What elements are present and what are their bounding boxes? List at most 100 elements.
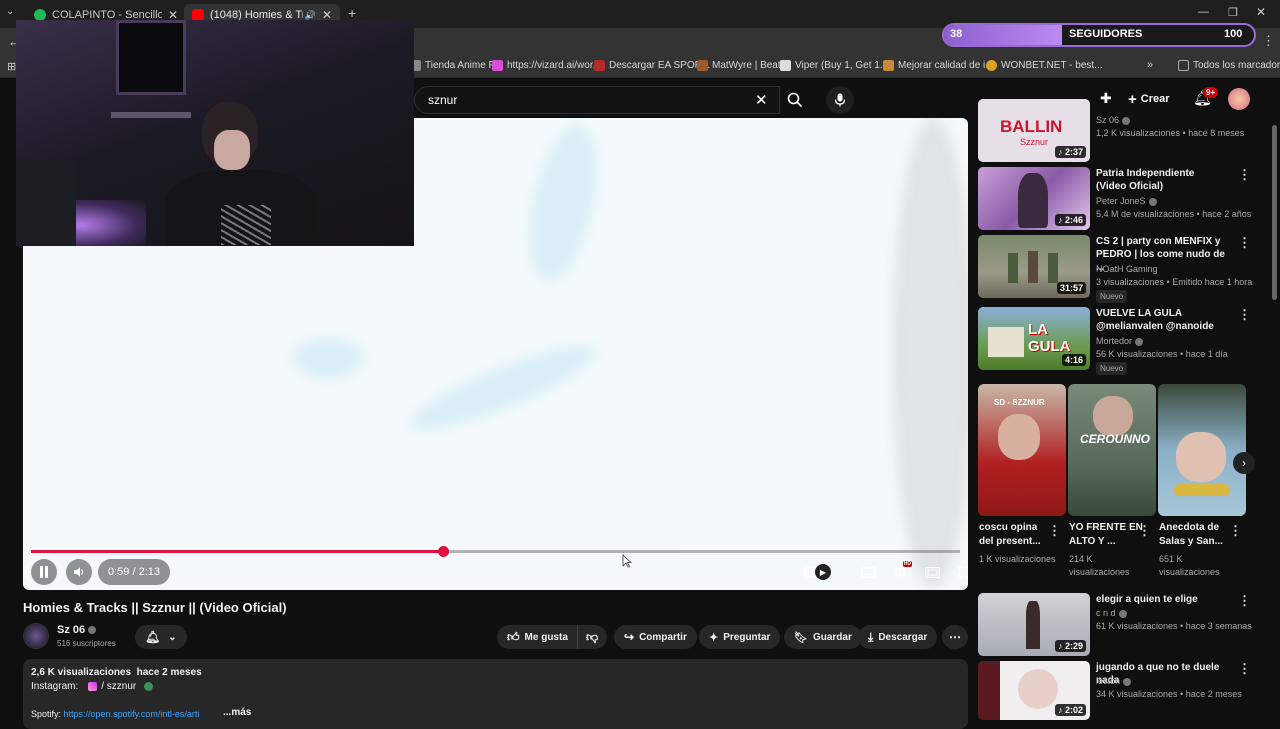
more-options-icon[interactable]: ⋮ (1138, 523, 1151, 539)
minimize-icon[interactable]: — (1198, 6, 1209, 18)
more-options-icon[interactable]: ⋮ (1238, 593, 1251, 609)
thumbnail-figure (1018, 173, 1048, 228)
verified-icon (1118, 609, 1127, 618)
download-label: Descargar (878, 631, 928, 643)
thumbnail-house (988, 327, 1024, 357)
new-tab-button[interactable]: + (348, 5, 356, 21)
more-options-icon[interactable]: ⋮ (1048, 523, 1061, 539)
menu-icon[interactable]: ⋮ (1262, 33, 1275, 49)
voice-search-button[interactable] (826, 86, 854, 114)
short-video[interactable] (1158, 384, 1246, 516)
channel-text: c n d (1096, 608, 1116, 618)
more-options-icon[interactable]: ⋮ (1238, 307, 1251, 323)
create-icon[interactable]: ✚ (1100, 90, 1112, 107)
settings-button[interactable]: ⚙ HD (887, 559, 913, 585)
autoplay-toggle[interactable]: ▶ (800, 559, 832, 585)
verified-icon (1148, 197, 1157, 206)
video-channel[interactable]: leston (1096, 676, 1132, 686)
video-duration: 4:16 (1061, 354, 1086, 366)
volume-icon (74, 567, 84, 577)
bookmark-item[interactable]: https://vizard.ai/wor... (492, 60, 601, 71)
bell-icon: 🔔︎ (145, 630, 161, 644)
theater-icon (924, 566, 940, 578)
download-button[interactable]: ⤓ Descargar (858, 625, 938, 649)
volume-button[interactable] (66, 559, 92, 585)
video-title: VUELVE LA GULA @melianvalen @nanoide (1096, 308, 1214, 332)
recommended-video[interactable]: ♪ 2:02 jugando a que no te duele nada le… (978, 661, 1253, 720)
recommended-video[interactable]: 31:57 CS 2 | party con MENFIX y PEDRO | … (978, 235, 1253, 303)
short-video[interactable]: CEROUNNO (1068, 384, 1156, 516)
recommended-video[interactable]: BALLIN Szznur ♪ 2:37 Sz 06 1,2 K visuali… (978, 99, 1253, 162)
mute-tab-icon[interactable]: 🔊 (305, 10, 316, 21)
clear-search-icon[interactable]: ✕ (755, 91, 768, 109)
recommended-video[interactable]: ♪ 2:29 elegir a quien te elige c n d 61 … (978, 593, 1253, 656)
video-meta: 3 visualizaciones • Emitido hace 1 hora (1096, 277, 1253, 287)
shorts-next-button[interactable]: › (1233, 452, 1255, 474)
fullscreen-button[interactable] (951, 559, 968, 585)
subtitles-button[interactable] (855, 559, 881, 585)
more-actions-button[interactable]: ⋯ (942, 625, 968, 649)
spotify-link[interactable]: https://open.spotify.com/intl-es/arti (64, 709, 200, 719)
video-meta: 34 K visualizaciones • hace 2 meses (1096, 689, 1242, 699)
bookmark-item[interactable]: Viper (Buy 1, Get 1... (780, 60, 888, 71)
share-icon: ↪ (624, 630, 635, 644)
notification-badge: 9+ (1203, 87, 1219, 98)
video-duration: ♪ 2:02 (1054, 704, 1086, 716)
more-options-icon[interactable]: ⋮ (1229, 523, 1242, 539)
short-video[interactable]: SD - SZZNUR (978, 384, 1066, 516)
video-channel[interactable]: Peter JoneS (1096, 196, 1157, 206)
channel-name[interactable]: Sz 06 (57, 624, 97, 636)
window-close-icon[interactable]: ✕ (1256, 5, 1266, 19)
thumbnail-subtext: Szznur (1020, 137, 1049, 147)
bookmark-item[interactable]: Tienda Anime F.C (410, 60, 504, 71)
recommended-video[interactable]: ♪ 2:46 Patria Independiente (Video Ofici… (978, 167, 1253, 230)
scrubber-handle[interactable] (437, 546, 449, 557)
search-input[interactable]: sznur ✕ (414, 86, 780, 114)
recommended-video[interactable]: LA GULA 4:16 VUELVE LA GULA @melianvalen… (978, 307, 1253, 375)
video-channel[interactable]: c n d (1096, 608, 1127, 618)
duration-text: 2:46 (1064, 215, 1083, 225)
channel-text: Mortedor (1096, 336, 1133, 346)
more-options-icon[interactable]: ⋮ (1238, 235, 1251, 251)
save-button[interactable]: 🔖︎ Guardar (784, 625, 862, 649)
channel-avatar[interactable] (23, 623, 49, 649)
short-face (1093, 396, 1133, 436)
dislike-button[interactable]: 👎︎ (577, 625, 607, 649)
progress-bar[interactable] (31, 546, 960, 557)
apps-icon[interactable]: ⊞ (7, 60, 16, 73)
video-channel[interactable]: Sz 06 (1096, 115, 1131, 125)
short-views: 1 K visualizaciones (979, 554, 1056, 564)
tab-search-icon[interactable]: ⌄ (6, 6, 14, 17)
bookmark-item[interactable]: WONBET.NET - best... (986, 60, 1103, 71)
bookmark-item[interactable]: Mejorar calidad de i... (883, 60, 994, 71)
bookmark-item[interactable]: MatWyre | Beats (697, 60, 786, 71)
short-views: 214 K visualizaciones (1069, 554, 1130, 577)
duration-text: 2:29 (1064, 641, 1083, 651)
video-channel[interactable]: NOatH Gaming (1096, 264, 1158, 274)
video-meta: 61 K visualizaciones • hace 3 semanas (1096, 621, 1252, 631)
instagram-link[interactable]: / szznur (101, 681, 136, 692)
restore-icon[interactable]: ❐ (1228, 6, 1238, 19)
more-bookmarks-icon[interactable]: » (1147, 59, 1153, 71)
ask-button[interactable]: ✦ Preguntar (699, 625, 781, 649)
theater-mode-button[interactable] (919, 559, 945, 585)
share-button[interactable]: ↪ Compartir (614, 625, 697, 649)
subscribe-bell-button[interactable]: 🔔︎ ⌄ (135, 625, 187, 649)
thumbs-down-icon: 👎︎ (586, 629, 599, 644)
video-channel[interactable]: Mortedor (1096, 336, 1144, 346)
pause-button[interactable] (31, 559, 57, 585)
create-button[interactable]: + Crear (1128, 89, 1170, 109)
scrollbar-thumb[interactable] (1272, 125, 1277, 300)
all-bookmarks-folder[interactable]: Todos los marcadores (1178, 60, 1280, 71)
more-options-icon[interactable]: ⋮ (1238, 167, 1251, 183)
bookmark-item[interactable]: Descargar EA SPOR... (594, 60, 710, 71)
music-note-icon: ♪ (1057, 215, 1065, 225)
show-more-link[interactable]: ...más (223, 707, 251, 718)
description-box[interactable]: 2,6 K visualizaciones hace 2 meses Insta… (23, 659, 968, 729)
more-options-icon[interactable]: ⋮ (1238, 661, 1251, 677)
short-thumb-text: SD - SZZNUR (994, 398, 1045, 407)
search-button[interactable] (780, 86, 810, 114)
avatar[interactable] (1228, 88, 1250, 110)
like-button[interactable]: 👍︎ Me gusta (497, 625, 581, 649)
video-thumbnail: ♪ 2:46 (978, 167, 1090, 230)
